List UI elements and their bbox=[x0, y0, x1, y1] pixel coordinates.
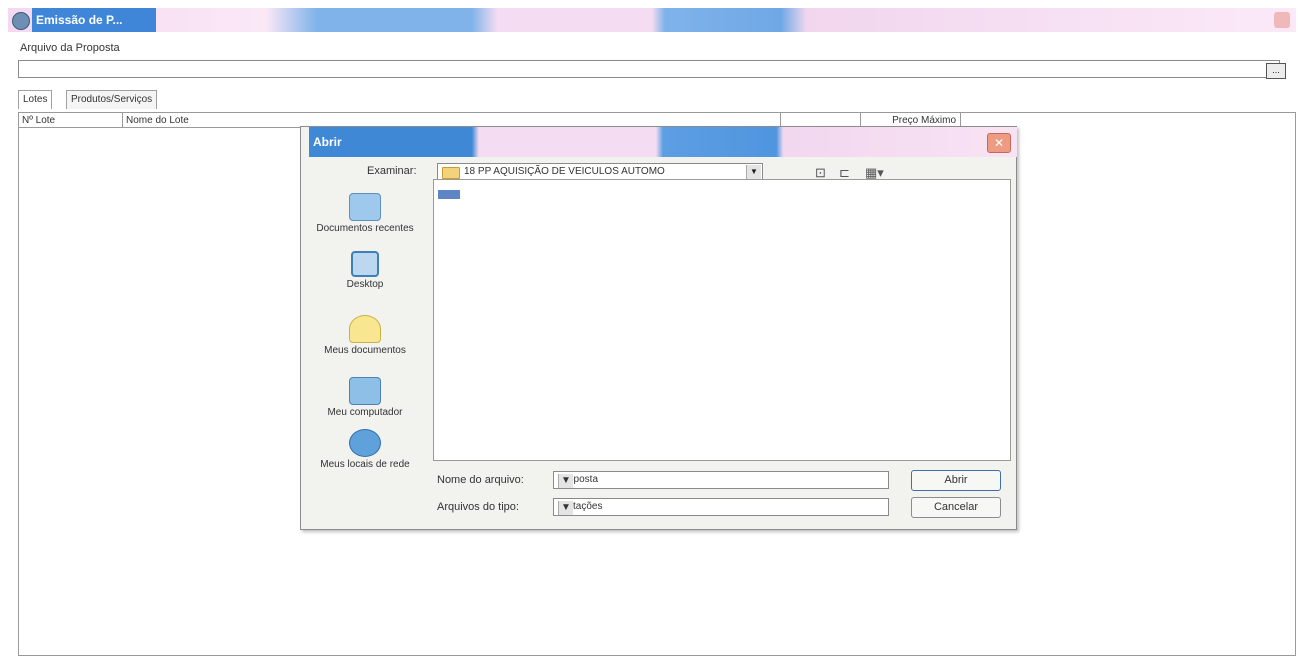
dialog-titlebar[interactable]: Abrir ✕ bbox=[309, 127, 1017, 157]
file-list[interactable] bbox=[433, 179, 1011, 461]
place-desktop[interactable]: Desktop bbox=[309, 251, 421, 290]
dialog-title: Abrir bbox=[313, 135, 342, 149]
tab-lotes[interactable]: Lotes bbox=[18, 90, 53, 109]
recent-documents-icon bbox=[349, 193, 381, 221]
open-button[interactable]: Abrir bbox=[911, 470, 1001, 491]
network-places-icon bbox=[349, 429, 381, 457]
my-documents-icon bbox=[349, 315, 381, 343]
place-my-computer[interactable]: Meu computador bbox=[309, 377, 421, 418]
place-my-documents[interactable]: Meus documentos bbox=[309, 315, 421, 356]
tab-produtos-servicos[interactable]: Produtos/Serviços bbox=[66, 90, 158, 109]
look-in-label: Examinar: bbox=[367, 165, 417, 177]
look-in-value: 18 PP AQUISIÇÃO DE VEICULOS AUTOMO bbox=[464, 166, 665, 177]
open-file-dialog: Abrir ✕ Examinar: 18 PP AQUISIÇÃO DE VEI… bbox=[300, 126, 1017, 530]
filename-label: Nome do arquivo: bbox=[437, 474, 524, 486]
place-label: Desktop bbox=[346, 279, 384, 290]
main-titlebar[interactable]: Emissão de P... bbox=[8, 8, 1296, 32]
place-label: Documentos recentes bbox=[316, 223, 414, 234]
filename-input[interactable]: Proposta ▼ bbox=[553, 471, 889, 489]
window-title: Emissão de P... bbox=[32, 8, 156, 32]
cancel-button[interactable]: Cancelar bbox=[911, 497, 1001, 518]
place-recent-documents[interactable]: Documentos recentes bbox=[309, 193, 421, 234]
chevron-down-icon[interactable]: ▼ bbox=[558, 501, 573, 515]
filetype-label: Arquivos do tipo: bbox=[437, 501, 519, 513]
desktop-icon bbox=[351, 251, 379, 277]
place-label: Meus documentos bbox=[324, 345, 406, 356]
folder-icon bbox=[442, 167, 460, 179]
column-header-lot-number[interactable]: Nº Lote bbox=[19, 113, 123, 128]
app-icon bbox=[12, 12, 30, 30]
filetype-select[interactable]: Licitações ▼ bbox=[553, 498, 889, 516]
dialog-close-button[interactable]: ✕ bbox=[987, 133, 1011, 153]
place-label: Meu computador bbox=[327, 407, 403, 418]
close-icon[interactable] bbox=[1274, 12, 1290, 28]
file-icon bbox=[438, 190, 460, 200]
my-computer-icon bbox=[349, 377, 381, 405]
proposal-file-input[interactable] bbox=[18, 60, 1280, 78]
place-network[interactable]: Meus locais de rede bbox=[309, 429, 421, 470]
list-item[interactable] bbox=[438, 188, 538, 200]
chevron-down-icon[interactable]: ▼ bbox=[746, 165, 761, 179]
place-label: Meus locais de rede bbox=[320, 459, 410, 470]
chevron-down-icon[interactable]: ▼ bbox=[558, 474, 573, 488]
proposal-file-label: Arquivo da Proposta bbox=[20, 42, 120, 54]
browse-button[interactable]: ... bbox=[1266, 63, 1286, 79]
